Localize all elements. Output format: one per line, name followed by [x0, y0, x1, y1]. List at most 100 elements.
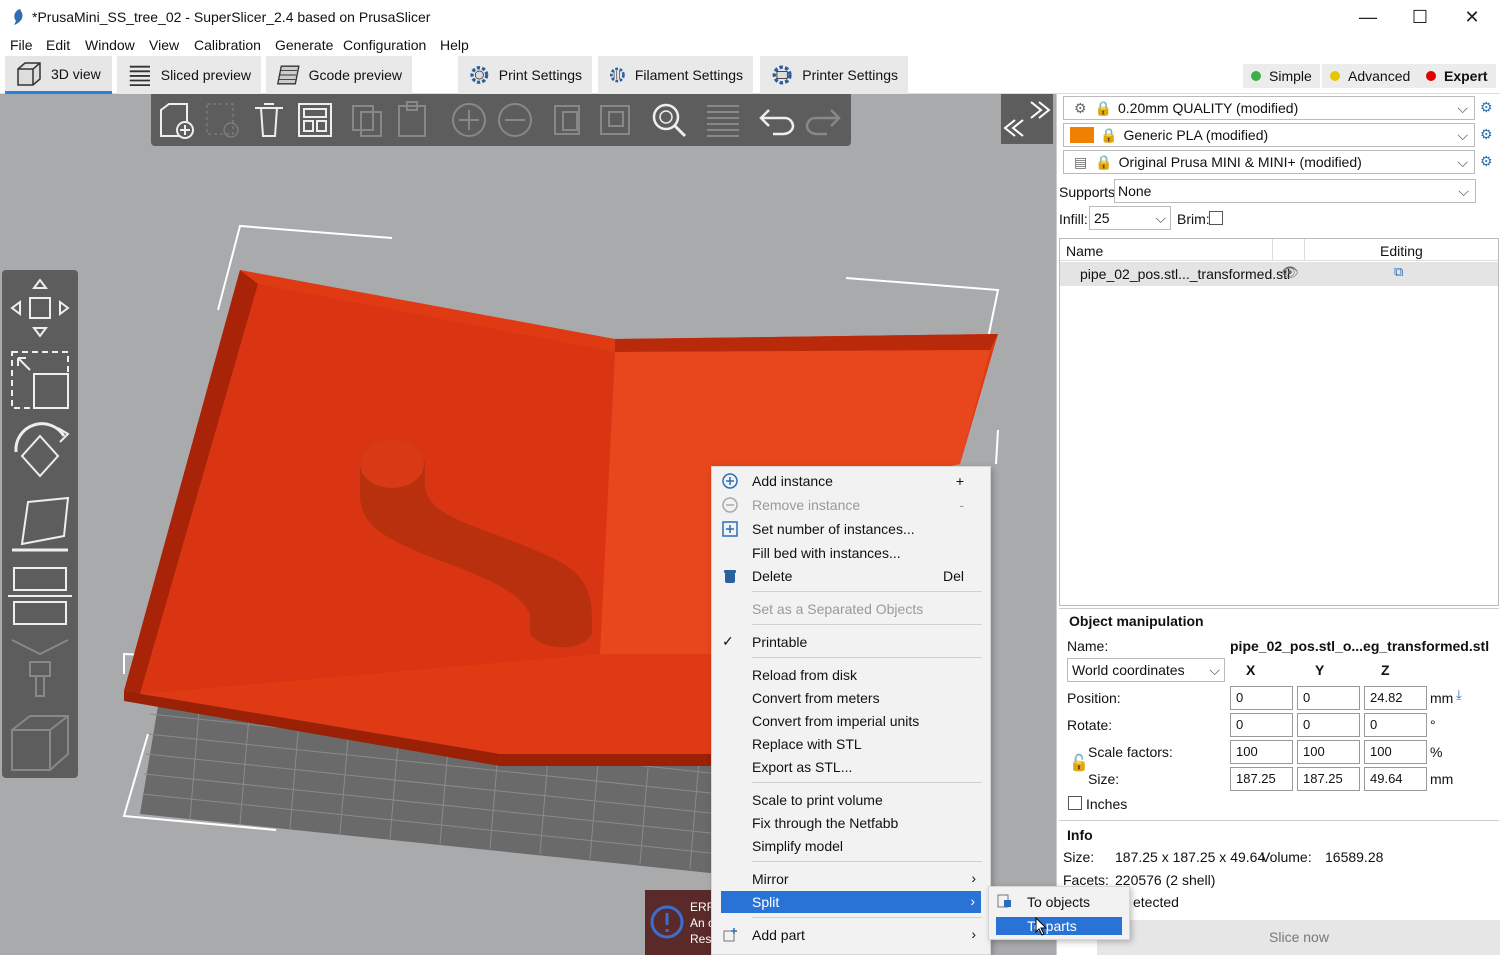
tab-3d-view[interactable]: 3D view [5, 56, 112, 94]
collapse-sidebar-button[interactable] [1001, 94, 1053, 144]
menu-item-convert-meters[interactable]: Convert from meters [712, 687, 990, 709]
move-icon[interactable] [8, 276, 72, 340]
rotate-z-input[interactable]: 0 [1364, 713, 1427, 737]
rotate-icon[interactable] [8, 418, 72, 484]
menu-calibration[interactable]: Calibration [194, 37, 261, 53]
coordinates-combo[interactable]: World coordinates ⌵ [1067, 658, 1225, 682]
brim-checkbox[interactable] [1209, 211, 1223, 225]
column-editing[interactable]: Editing [1380, 243, 1423, 259]
object-list-row[interactable]: pipe_02_pos.stl..._transformed.stl 👁 ⧉ [1060, 262, 1498, 286]
seam-cube-icon[interactable] [8, 710, 72, 776]
menu-item-mirror[interactable]: Mirror › [712, 868, 990, 890]
printer-preset-combo[interactable]: ▤ 🔒 Original Prusa MINI & MINI+ (modifie… [1063, 150, 1475, 174]
position-x-input[interactable]: 0 [1230, 686, 1293, 710]
menu-item-to-objects[interactable]: To objects [989, 890, 1129, 912]
edit-settings-icon[interactable]: ⧉ [1394, 264, 1403, 280]
menu-window[interactable]: Window [85, 37, 135, 53]
mode-expert-button[interactable]: Expert [1418, 64, 1496, 88]
menu-item-replace-with-stl[interactable]: Replace with STL [712, 733, 990, 755]
arrange-icon[interactable] [295, 100, 335, 140]
menu-item-add-part[interactable]: Add part › [712, 924, 990, 946]
rotate-x-input[interactable]: 0 [1230, 713, 1293, 737]
split-parts-icon[interactable] [597, 100, 637, 140]
size-y-input[interactable]: 187.25 [1297, 767, 1360, 791]
close-button[interactable]: ✕ [1448, 0, 1496, 34]
menu-bar: File Edit Window View Calibration Genera… [0, 34, 1500, 56]
size-x-input[interactable]: 187.25 [1230, 767, 1293, 791]
delete-all-icon[interactable] [249, 100, 289, 140]
redo-icon[interactable] [803, 100, 843, 140]
add-object-icon[interactable] [157, 100, 197, 140]
menu-edit[interactable]: Edit [46, 37, 70, 53]
scale-y-input[interactable]: 100 [1297, 740, 1360, 764]
menu-item-set-separated-objects[interactable]: Set as a Separated Objects [712, 598, 990, 620]
tab-filament-settings[interactable]: Filament Settings [598, 56, 753, 94]
scale-icon[interactable] [8, 346, 72, 412]
tab-sliced-preview[interactable]: Sliced preview [117, 56, 261, 94]
menu-item-scale-to-print-volume[interactable]: Scale to print volume [712, 789, 990, 811]
column-name[interactable]: Name [1066, 243, 1103, 259]
printer-settings-gear-icon[interactable]: ⚙ [1480, 153, 1493, 170]
add-instance-icon[interactable] [449, 100, 489, 140]
menu-item-add-instance[interactable]: Add instance + [712, 470, 990, 492]
position-y-input[interactable]: 0 [1297, 686, 1360, 710]
menu-item-printable[interactable]: ✓ Printable [712, 631, 990, 653]
eye-icon[interactable]: 👁 [1281, 264, 1299, 281]
filament-settings-gear-icon[interactable]: ⚙ [1480, 126, 1493, 143]
search-icon[interactable] [649, 100, 689, 140]
menu-item-fill-bed[interactable]: Fill bed with instances... [712, 542, 990, 564]
paint-supports-icon[interactable] [8, 636, 72, 702]
axis-y-label: Y [1315, 662, 1325, 678]
menu-view[interactable]: View [149, 37, 179, 53]
menu-file[interactable]: File [10, 37, 33, 53]
print-preset-row: ⚙ 🔒 0.20mm QUALITY (modified) ⌵ [1063, 96, 1475, 120]
menu-generate[interactable]: Generate [275, 37, 333, 53]
menu-configuration[interactable]: Configuration [343, 37, 426, 53]
undo-icon[interactable] [757, 100, 797, 140]
print-preset-combo[interactable]: ⚙ 🔒 0.20mm QUALITY (modified) ⌵ [1063, 96, 1475, 120]
menu-item-delete[interactable]: Delete Del [712, 565, 990, 587]
menu-item-remove-instance[interactable]: Remove instance - [712, 494, 990, 516]
menu-item-reload-from-disk[interactable]: Reload from disk [712, 664, 990, 686]
menu-item-simplify-model[interactable]: Simplify model [712, 835, 990, 857]
copy-icon[interactable] [347, 100, 387, 140]
inches-checkbox[interactable] [1068, 796, 1082, 810]
layers-editing-icon[interactable] [703, 100, 743, 140]
remove-instance-icon[interactable] [495, 100, 535, 140]
maximize-button[interactable]: ☐ [1396, 0, 1444, 34]
minimize-button[interactable]: — [1344, 0, 1392, 34]
menu-item-fix-netfabb[interactable]: Fix through the Netfabb [712, 812, 990, 834]
menu-item-split[interactable]: Split › [721, 891, 981, 913]
delete-selected-icon[interactable] [203, 100, 243, 140]
split-objects-icon[interactable] [551, 100, 591, 140]
menu-help[interactable]: Help [440, 37, 469, 53]
scale-z-input[interactable]: 100 [1364, 740, 1427, 764]
tab-filament-settings-label: Filament Settings [634, 67, 743, 83]
position-z-input[interactable]: 24.82 [1364, 686, 1427, 710]
place-on-face-icon[interactable] [8, 492, 72, 558]
supports-combo[interactable]: None ⌵ [1114, 179, 1476, 203]
infill-combo[interactable]: 25 ⌵ [1089, 206, 1171, 230]
cut-icon[interactable] [8, 564, 72, 630]
tab-gcode-preview[interactable]: Gcode preview [266, 56, 412, 94]
filament-preset-combo[interactable]: 🔒 Generic PLA (modified) ⌵ [1063, 123, 1475, 147]
right-sidebar: ⚙ 🔒 0.20mm QUALITY (modified) ⌵ ⚙ 🔒 Gene… [1056, 94, 1500, 955]
print-settings-gear-icon[interactable]: ⚙ [1480, 99, 1493, 116]
tab-printer-settings[interactable]: Printer Settings [760, 56, 908, 94]
menu-item-set-number-instances[interactable]: Set number of instances... [712, 518, 990, 540]
menu-item-convert-imperial[interactable]: Convert from imperial units [712, 710, 990, 732]
mode-advanced-button[interactable]: Advanced [1322, 64, 1419, 88]
mode-simple-button[interactable]: Simple [1243, 64, 1320, 88]
tab-print-settings[interactable]: Print Settings [458, 56, 592, 94]
paste-icon[interactable] [393, 100, 433, 140]
brim-label: Brim: [1177, 211, 1210, 227]
error-notification[interactable]: ERR An c Res [645, 890, 715, 955]
drop-to-bed-icon[interactable]: ⤓ [1456, 687, 1462, 703]
menu-item-export-as-stl[interactable]: Export as STL... [712, 756, 990, 778]
scale-x-input[interactable]: 100 [1230, 740, 1293, 764]
menu-item-to-parts[interactable]: To parts [996, 917, 1122, 935]
size-z-input[interactable]: 49.64 [1364, 767, 1427, 791]
rotate-y-input[interactable]: 0 [1297, 713, 1360, 737]
lock-scale-icon[interactable]: 🔓 [1069, 753, 1089, 773]
slice-now-button[interactable]: Slice now [1097, 920, 1500, 955]
